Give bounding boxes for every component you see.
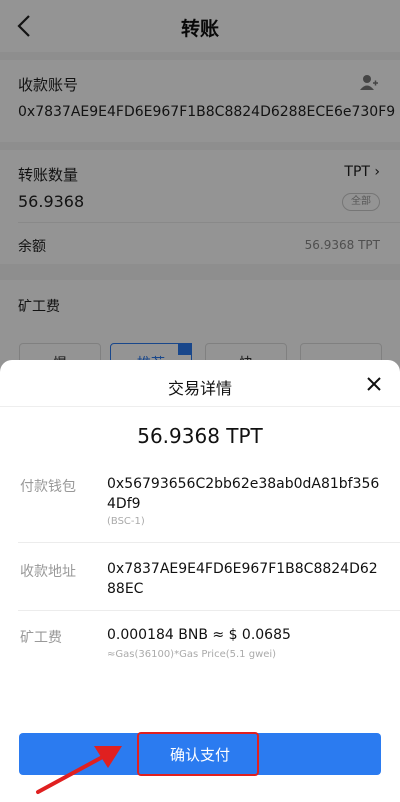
divider [18, 542, 400, 543]
sheet-title: 交易详情 [167, 379, 232, 398]
miner-fee-value: 0.000184 BNB ≈ $ 0.0685 [107, 627, 291, 643]
receiver-address-value: 0x7837AE9E4FD6E967F1B8C8824D6288EC [107, 561, 378, 597]
miner-fee-formula: ≈Gas(36100)*Gas Price(5.1 gwei) [107, 649, 277, 660]
transfer-amount: 56.9368 TPT [137, 424, 263, 448]
payer-wallet-label: 付款钱包 [20, 479, 76, 495]
divider [0, 406, 400, 407]
close-icon[interactable] [364, 374, 384, 394]
highlight-box [137, 732, 259, 776]
transaction-detail-sheet: 交易详情 56.9368 TPT 付款钱包 0x56793656C2bb62e3… [0, 360, 400, 802]
miner-fee-label: 矿工费 [20, 630, 62, 646]
divider [18, 610, 400, 611]
payer-wallet-network: (BSC-1) [107, 516, 145, 527]
receiver-address-label: 收款地址 [20, 564, 76, 580]
pointer-arrow-icon [36, 746, 122, 794]
payer-wallet-address: 0x56793656C2bb62e38ab0dA81bf3564Df9 [107, 476, 380, 512]
